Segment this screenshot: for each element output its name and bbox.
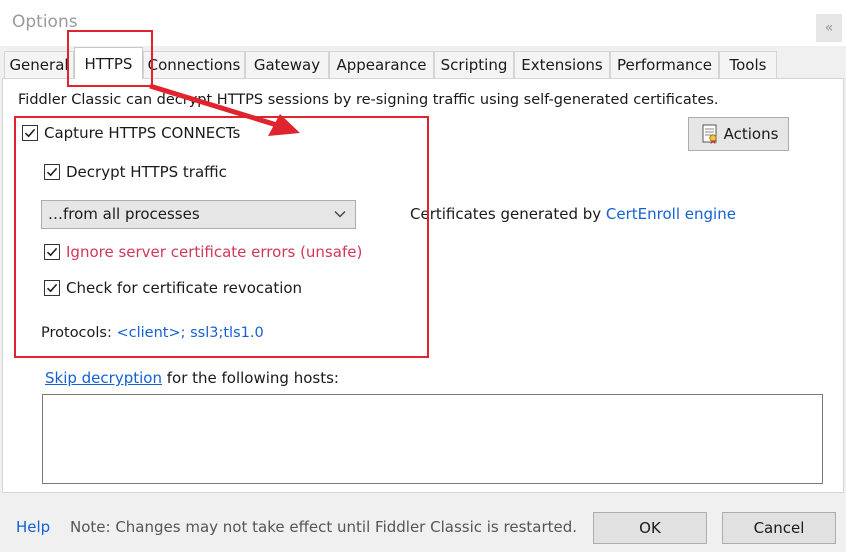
checkmark-icon [46,167,58,177]
capture-connects-label: Capture HTTPS CONNECTs [44,124,241,142]
process-filter-dropdown[interactable]: …from all processes [41,200,356,229]
ok-button[interactable]: OK [593,512,707,544]
process-filter-value: …from all processes [48,205,200,223]
decrypt-traffic-row: Decrypt HTTPS traffic [44,163,227,181]
checkmark-icon [46,247,58,257]
cert-note-prefix: Certificates generated by [410,205,606,223]
close-button[interactable]: « [816,14,842,42]
skip-decryption-link[interactable]: Skip decryption [45,369,162,387]
tab-gateway[interactable]: Gateway [245,51,329,78]
tab-strip: General HTTPS Connections Gateway Appear… [0,47,846,79]
cancel-button[interactable]: Cancel [722,512,836,544]
tab-extensions[interactable]: Extensions [514,51,610,78]
tab-scripting[interactable]: Scripting [434,51,514,78]
window-title: Options [12,12,78,32]
intro-text: Fiddler Classic can decrypt HTTPS sessio… [18,92,719,108]
skip-decryption-suffix: for the following hosts: [161,369,339,387]
cert-engine-note: Certificates generated by CertEnroll eng… [410,205,736,223]
tab-connections[interactable]: Connections [143,51,245,78]
actions-label: Actions [723,125,779,143]
tab-performance[interactable]: Performance [610,51,719,78]
tab-https[interactable]: HTTPS [74,47,143,79]
title-bar: Options « [0,0,846,46]
skip-decryption-line: Skip decryption for the following hosts: [45,369,339,387]
tab-general[interactable]: General [4,51,74,78]
cert-engine-link[interactable]: CertEnroll engine [606,205,736,223]
close-icon: « [824,20,834,36]
actions-button[interactable]: Actions [688,117,789,151]
protocols-link[interactable]: <client>; ssl3;tls1.0 [116,325,263,341]
decrypt-traffic-label: Decrypt HTTPS traffic [66,163,227,181]
protocols-label: Protocols: [41,325,117,341]
tab-appearance[interactable]: Appearance [329,51,434,78]
capture-connects-checkbox[interactable] [22,125,38,141]
checkmark-icon [46,283,58,293]
check-revocation-label: Check for certificate revocation [66,279,303,297]
restart-note: Note: Changes may not take effect until … [70,518,578,536]
decrypt-traffic-checkbox[interactable] [44,164,60,180]
capture-connects-row: Capture HTTPS CONNECTs [22,124,240,142]
chevron-down-icon [334,211,346,218]
ignore-errors-checkbox[interactable] [44,244,60,260]
ignore-errors-label: Ignore server certificate errors (unsafe… [66,243,363,261]
skip-hosts-textarea[interactable] [42,394,823,484]
ignore-errors-row: Ignore server certificate errors (unsafe… [44,243,362,261]
checkmark-icon [24,128,36,138]
protocols-line: Protocols: <client>; ssl3;tls1.0 [41,325,264,341]
tab-tools[interactable]: Tools [719,51,777,78]
check-revocation-row: Check for certificate revocation [44,279,302,297]
check-revocation-checkbox[interactable] [44,280,60,296]
certificate-document-icon [702,124,717,144]
help-link[interactable]: Help [16,518,50,536]
